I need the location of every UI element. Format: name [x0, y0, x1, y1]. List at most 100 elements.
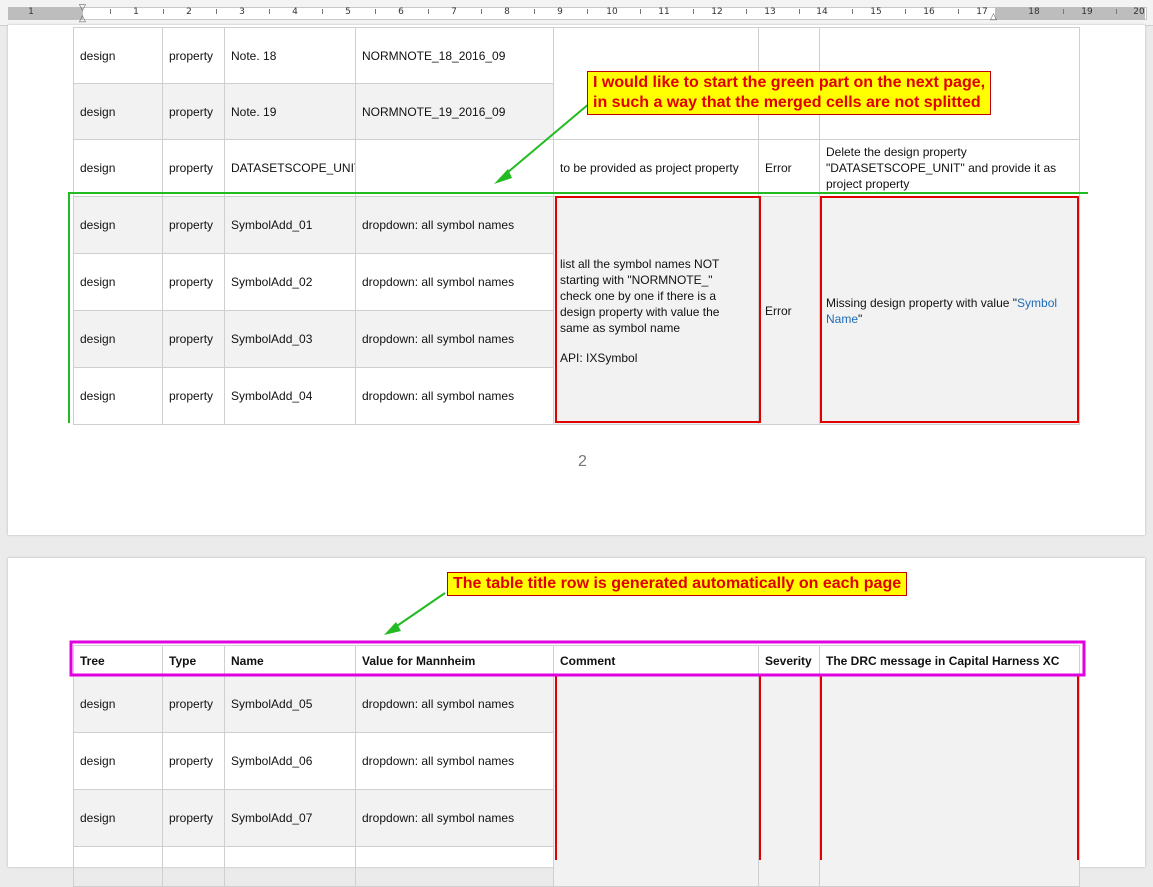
header-drc-message: The DRC message in Capital Harness XC	[819, 645, 1080, 676]
merged-comment-cell[interactable]: list all the symbol names NOT starting w…	[553, 196, 759, 425]
cell-tree[interactable]: design	[73, 675, 163, 733]
ruler-number: 15	[870, 7, 882, 17]
ruler-number: 18	[1028, 7, 1040, 17]
cell-value[interactable]: dropdown: all symbol names	[355, 253, 554, 311]
cell-name[interactable]: SymbolAdd_04	[224, 367, 356, 425]
cell-name[interactable]: Note. 18	[224, 27, 356, 84]
cell-value[interactable]: dropdown: all symbol names	[355, 675, 554, 733]
ruler-tick	[693, 9, 694, 14]
cell-tree[interactable]: design	[73, 367, 163, 425]
cell-value[interactable]: dropdown: all symbol names	[355, 367, 554, 425]
first-line-indent-marker-icon[interactable]: ▽	[79, 2, 86, 13]
cell-type[interactable]: property	[162, 253, 225, 311]
ruler-tick	[958, 9, 959, 14]
cell-value[interactable]: NORMNOTE_18_2016_09	[355, 27, 554, 84]
cell-value[interactable]: dropdown: all symbol names	[355, 732, 554, 790]
ruler-tick	[640, 9, 641, 14]
ruler-tick	[375, 9, 376, 14]
cell-value[interactable]: dropdown: all symbol names	[355, 310, 554, 368]
header-comment: Comment	[553, 645, 759, 676]
cell-type[interactable]: property	[162, 789, 225, 847]
ruler-number: 12	[711, 7, 723, 17]
ruler-tick	[746, 9, 747, 14]
cell-tree[interactable]: design	[73, 789, 163, 847]
header-severity: Severity	[758, 645, 820, 676]
merged-message-cell[interactable]: Missing design property with value "Symb…	[819, 196, 1080, 425]
ruler-tick	[322, 9, 323, 14]
cell-tree[interactable]: design	[73, 732, 163, 790]
ruler-number: 4	[292, 7, 298, 17]
cell-tree[interactable]: design	[73, 83, 163, 140]
cell-type[interactable]: property	[162, 139, 225, 197]
ruler-number: 10	[606, 7, 618, 17]
page-number: 2	[578, 453, 587, 470]
header-tree: Tree	[73, 645, 163, 676]
ruler-number: 5	[345, 7, 351, 17]
comment-line: design property with value the	[560, 304, 720, 319]
ruler-tick	[216, 9, 217, 14]
cell-type[interactable]: property	[162, 732, 225, 790]
cell-comment[interactable]: to be provided as project property	[553, 139, 759, 197]
ruler-number: 11	[658, 7, 670, 17]
comment-line: check one by one if there is a	[560, 288, 717, 303]
ruler-tick	[852, 9, 853, 14]
cell-name[interactable]: SymbolAdd_07	[224, 789, 356, 847]
merged-severity-cell[interactable]: Error	[758, 196, 820, 425]
ruler-number: 8	[504, 7, 510, 17]
ruler-tick	[428, 9, 429, 14]
cell-value[interactable]: dropdown: all symbol names	[355, 196, 554, 254]
right-indent-marker-icon[interactable]: △	[990, 11, 997, 22]
ruler-number: 9	[557, 7, 563, 17]
ruler-number: 3	[239, 7, 245, 17]
annotation-callout-title-row: The table title row is generated automat…	[447, 572, 908, 596]
cell-type[interactable]: property	[162, 367, 225, 425]
message-prefix: Missing design property with value "	[826, 295, 1018, 310]
cell-type[interactable]: property	[162, 83, 225, 140]
cell-message[interactable]: Delete the design property "DATASETSCOPE…	[819, 139, 1080, 197]
comment-blank-line	[560, 336, 752, 350]
ruler-number: 17	[976, 7, 988, 17]
merged-message-cell[interactable]	[819, 675, 1080, 887]
merged-severity-cell[interactable]	[758, 675, 820, 887]
cell-tree[interactable]: design	[73, 27, 163, 84]
callout-line: in such a way that the merged cells are …	[593, 94, 981, 111]
ruler-number: 13	[764, 7, 776, 17]
ruler-number: 14	[816, 7, 828, 17]
cell-value[interactable]	[355, 139, 554, 197]
cell-value[interactable]: NORMNOTE_19_2016_09	[355, 83, 554, 140]
cell-type[interactable]: property	[162, 27, 225, 84]
cell-tree[interactable]: design	[73, 310, 163, 368]
cell-name[interactable]: Note. 19	[224, 83, 356, 140]
cell-name[interactable]: SymbolAdd_01	[224, 196, 356, 254]
properties-table-page-3: Tree Type Name Value for Mannheim Commen…	[73, 645, 1080, 887]
annotation-callout-green-part: I would like to start the green part on …	[587, 71, 992, 115]
cell-tree[interactable]: design	[73, 139, 163, 197]
ruler-number: 16	[923, 7, 935, 17]
cell-tree[interactable]: design	[73, 196, 163, 254]
cell-name[interactable]: SymbolAdd_03	[224, 310, 356, 368]
cell-type[interactable]: property	[162, 196, 225, 254]
hanging-indent-marker-icon[interactable]: △	[79, 13, 86, 24]
cell-name[interactable]: SymbolAdd_05	[224, 675, 356, 733]
horizontal-ruler[interactable]: 1 1 2 3 4 5 6 7 8 9 10 11 12 13 14 15 16…	[0, 0, 1153, 26]
cell-name[interactable]: SymbolAdd_02	[224, 253, 356, 311]
ruler-tick	[1063, 9, 1064, 14]
ruler-tick	[799, 9, 800, 14]
ruler-right-margin	[995, 7, 1145, 20]
cell-name[interactable]: SymbolAdd_06	[224, 732, 356, 790]
ruler-left-margin	[8, 7, 83, 20]
cell-severity[interactable]: Error	[758, 139, 820, 197]
header-name: Name	[224, 645, 356, 676]
cell-type[interactable]: property	[162, 310, 225, 368]
cell-type[interactable]: property	[162, 675, 225, 733]
ruler-number: 2	[186, 7, 192, 17]
ruler-tick	[163, 9, 164, 14]
message-suffix: "	[858, 311, 863, 326]
cell-value[interactable]: dropdown: all symbol names	[355, 789, 554, 847]
merged-comment-cell[interactable]	[553, 675, 759, 887]
comment-line: API: IXSymbol	[560, 350, 638, 365]
ruler-number: 19	[1081, 7, 1093, 17]
cell-name[interactable]: DATASETSCOPE_UNIT	[224, 139, 356, 197]
ruler-tick	[534, 9, 535, 14]
cell-tree[interactable]: design	[73, 253, 163, 311]
